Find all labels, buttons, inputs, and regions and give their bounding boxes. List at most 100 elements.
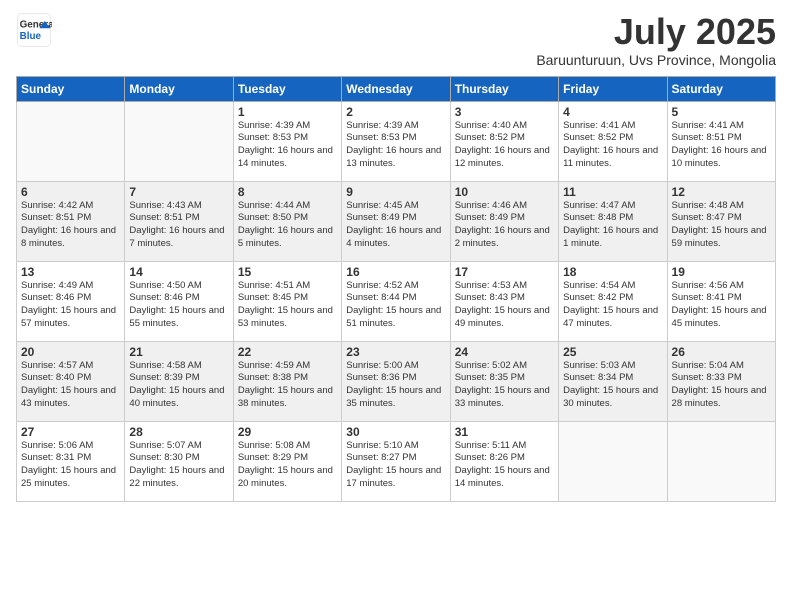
table-row: 8Sunrise: 4:44 AMSunset: 8:50 PMDaylight… — [233, 181, 341, 261]
day-number: 23 — [346, 345, 445, 359]
table-row: 11Sunrise: 4:47 AMSunset: 8:48 PMDayligh… — [559, 181, 667, 261]
table-row: 15Sunrise: 4:51 AMSunset: 8:45 PMDayligh… — [233, 261, 341, 341]
day-info: Sunrise: 4:49 AMSunset: 8:46 PMDaylight:… — [21, 280, 120, 331]
table-row: 13Sunrise: 4:49 AMSunset: 8:46 PMDayligh… — [17, 261, 125, 341]
col-thursday: Thursday — [450, 76, 558, 101]
day-number: 13 — [21, 265, 120, 279]
calendar-week-row: 20Sunrise: 4:57 AMSunset: 8:40 PMDayligh… — [17, 341, 776, 421]
day-info: Sunrise: 4:54 AMSunset: 8:42 PMDaylight:… — [563, 280, 662, 331]
day-number: 22 — [238, 345, 337, 359]
day-number: 9 — [346, 185, 445, 199]
day-number: 3 — [455, 105, 554, 119]
table-row: 18Sunrise: 4:54 AMSunset: 8:42 PMDayligh… — [559, 261, 667, 341]
day-info: Sunrise: 4:50 AMSunset: 8:46 PMDaylight:… — [129, 280, 228, 331]
table-row: 6Sunrise: 4:42 AMSunset: 8:51 PMDaylight… — [17, 181, 125, 261]
calendar-week-row: 13Sunrise: 4:49 AMSunset: 8:46 PMDayligh… — [17, 261, 776, 341]
logo: General Blue — [16, 12, 52, 48]
day-number: 12 — [672, 185, 771, 199]
day-info: Sunrise: 4:45 AMSunset: 8:49 PMDaylight:… — [346, 200, 445, 251]
table-row: 28Sunrise: 5:07 AMSunset: 8:30 PMDayligh… — [125, 421, 233, 501]
table-row: 5Sunrise: 4:41 AMSunset: 8:51 PMDaylight… — [667, 101, 775, 181]
col-tuesday: Tuesday — [233, 76, 341, 101]
day-number: 7 — [129, 185, 228, 199]
table-row: 4Sunrise: 4:41 AMSunset: 8:52 PMDaylight… — [559, 101, 667, 181]
header: General Blue July 2025 Baruunturuun, Uvs… — [16, 12, 776, 68]
table-row: 1Sunrise: 4:39 AMSunset: 8:53 PMDaylight… — [233, 101, 341, 181]
table-row: 7Sunrise: 4:43 AMSunset: 8:51 PMDaylight… — [125, 181, 233, 261]
day-info: Sunrise: 4:47 AMSunset: 8:48 PMDaylight:… — [563, 200, 662, 251]
title-block: July 2025 Baruunturuun, Uvs Province, Mo… — [536, 12, 776, 68]
day-info: Sunrise: 5:04 AMSunset: 8:33 PMDaylight:… — [672, 360, 771, 411]
day-number: 8 — [238, 185, 337, 199]
day-info: Sunrise: 4:51 AMSunset: 8:45 PMDaylight:… — [238, 280, 337, 331]
day-number: 26 — [672, 345, 771, 359]
day-info: Sunrise: 4:52 AMSunset: 8:44 PMDaylight:… — [346, 280, 445, 331]
day-info: Sunrise: 5:02 AMSunset: 8:35 PMDaylight:… — [455, 360, 554, 411]
day-number: 11 — [563, 185, 662, 199]
day-info: Sunrise: 4:41 AMSunset: 8:51 PMDaylight:… — [672, 120, 771, 171]
day-number: 27 — [21, 425, 120, 439]
table-row: 10Sunrise: 4:46 AMSunset: 8:49 PMDayligh… — [450, 181, 558, 261]
day-number: 5 — [672, 105, 771, 119]
table-row: 12Sunrise: 4:48 AMSunset: 8:47 PMDayligh… — [667, 181, 775, 261]
day-number: 21 — [129, 345, 228, 359]
day-info: Sunrise: 4:56 AMSunset: 8:41 PMDaylight:… — [672, 280, 771, 331]
day-info: Sunrise: 4:43 AMSunset: 8:51 PMDaylight:… — [129, 200, 228, 251]
calendar-week-row: 27Sunrise: 5:06 AMSunset: 8:31 PMDayligh… — [17, 421, 776, 501]
day-info: Sunrise: 4:44 AMSunset: 8:50 PMDaylight:… — [238, 200, 337, 251]
day-info: Sunrise: 5:00 AMSunset: 8:36 PMDaylight:… — [346, 360, 445, 411]
table-row: 9Sunrise: 4:45 AMSunset: 8:49 PMDaylight… — [342, 181, 450, 261]
day-number: 25 — [563, 345, 662, 359]
day-info: Sunrise: 4:53 AMSunset: 8:43 PMDaylight:… — [455, 280, 554, 331]
day-info: Sunrise: 4:59 AMSunset: 8:38 PMDaylight:… — [238, 360, 337, 411]
day-number: 17 — [455, 265, 554, 279]
svg-text:Blue: Blue — [20, 31, 42, 42]
day-info: Sunrise: 5:03 AMSunset: 8:34 PMDaylight:… — [563, 360, 662, 411]
day-info: Sunrise: 4:39 AMSunset: 8:53 PMDaylight:… — [346, 120, 445, 171]
day-number: 10 — [455, 185, 554, 199]
table-row — [559, 421, 667, 501]
day-info: Sunrise: 5:08 AMSunset: 8:29 PMDaylight:… — [238, 440, 337, 491]
calendar-table: Sunday Monday Tuesday Wednesday Thursday… — [16, 76, 776, 502]
col-monday: Monday — [125, 76, 233, 101]
day-info: Sunrise: 5:11 AMSunset: 8:26 PMDaylight:… — [455, 440, 554, 491]
day-number: 14 — [129, 265, 228, 279]
day-info: Sunrise: 4:58 AMSunset: 8:39 PMDaylight:… — [129, 360, 228, 411]
day-info: Sunrise: 5:10 AMSunset: 8:27 PMDaylight:… — [346, 440, 445, 491]
day-info: Sunrise: 4:40 AMSunset: 8:52 PMDaylight:… — [455, 120, 554, 171]
day-number: 18 — [563, 265, 662, 279]
table-row: 20Sunrise: 4:57 AMSunset: 8:40 PMDayligh… — [17, 341, 125, 421]
col-friday: Friday — [559, 76, 667, 101]
day-number: 4 — [563, 105, 662, 119]
table-row: 23Sunrise: 5:00 AMSunset: 8:36 PMDayligh… — [342, 341, 450, 421]
table-row: 29Sunrise: 5:08 AMSunset: 8:29 PMDayligh… — [233, 421, 341, 501]
table-row: 21Sunrise: 4:58 AMSunset: 8:39 PMDayligh… — [125, 341, 233, 421]
table-row: 31Sunrise: 5:11 AMSunset: 8:26 PMDayligh… — [450, 421, 558, 501]
day-info: Sunrise: 4:48 AMSunset: 8:47 PMDaylight:… — [672, 200, 771, 251]
subtitle: Baruunturuun, Uvs Province, Mongolia — [536, 52, 776, 68]
page: General Blue July 2025 Baruunturuun, Uvs… — [0, 0, 792, 612]
table-row: 3Sunrise: 4:40 AMSunset: 8:52 PMDaylight… — [450, 101, 558, 181]
day-info: Sunrise: 4:39 AMSunset: 8:53 PMDaylight:… — [238, 120, 337, 171]
table-row: 30Sunrise: 5:10 AMSunset: 8:27 PMDayligh… — [342, 421, 450, 501]
day-info: Sunrise: 5:07 AMSunset: 8:30 PMDaylight:… — [129, 440, 228, 491]
calendar-header-row: Sunday Monday Tuesday Wednesday Thursday… — [17, 76, 776, 101]
col-saturday: Saturday — [667, 76, 775, 101]
day-number: 6 — [21, 185, 120, 199]
day-number: 30 — [346, 425, 445, 439]
day-number: 16 — [346, 265, 445, 279]
day-number: 20 — [21, 345, 120, 359]
table-row: 19Sunrise: 4:56 AMSunset: 8:41 PMDayligh… — [667, 261, 775, 341]
logo-icon: General Blue — [16, 12, 52, 48]
day-number: 24 — [455, 345, 554, 359]
day-info: Sunrise: 5:06 AMSunset: 8:31 PMDaylight:… — [21, 440, 120, 491]
day-number: 2 — [346, 105, 445, 119]
calendar-week-row: 1Sunrise: 4:39 AMSunset: 8:53 PMDaylight… — [17, 101, 776, 181]
day-number: 29 — [238, 425, 337, 439]
table-row: 14Sunrise: 4:50 AMSunset: 8:46 PMDayligh… — [125, 261, 233, 341]
day-info: Sunrise: 4:42 AMSunset: 8:51 PMDaylight:… — [21, 200, 120, 251]
day-info: Sunrise: 4:46 AMSunset: 8:49 PMDaylight:… — [455, 200, 554, 251]
day-number: 15 — [238, 265, 337, 279]
table-row: 22Sunrise: 4:59 AMSunset: 8:38 PMDayligh… — [233, 341, 341, 421]
day-number: 1 — [238, 105, 337, 119]
